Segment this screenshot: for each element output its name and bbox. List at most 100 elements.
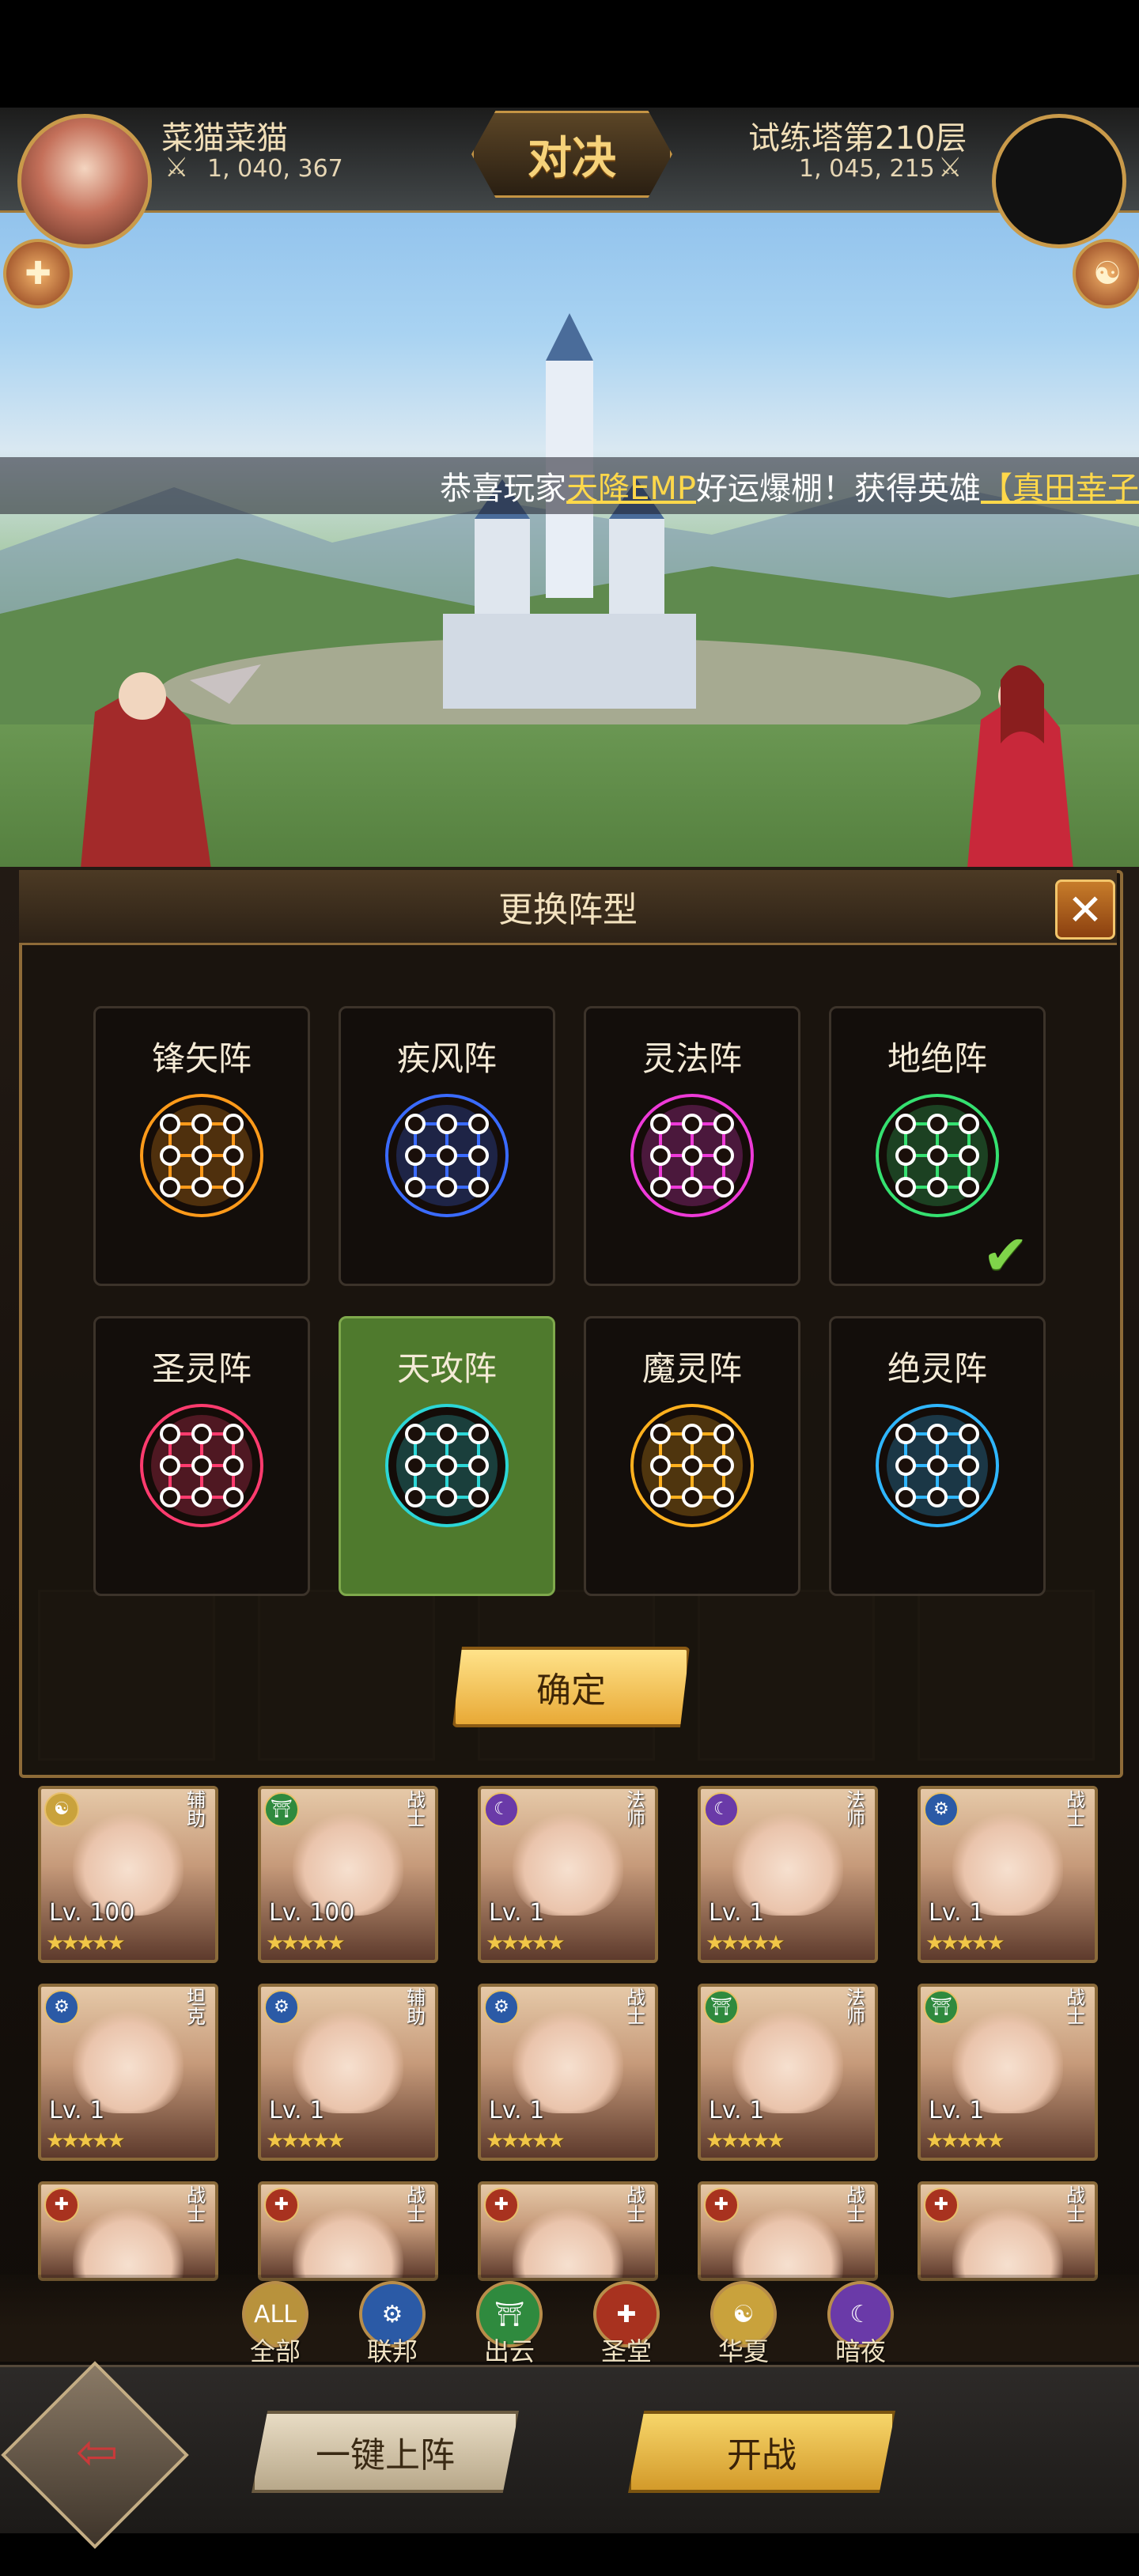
hero-card[interactable]: ☾ 法师 Lv. 1 ★★★★★ xyxy=(698,1786,878,1963)
star-rating-icon: ★★★★★ xyxy=(486,2129,566,2153)
formation-option[interactable]: 魔灵阵 xyxy=(584,1316,800,1596)
faction-badge-icon: ☾ xyxy=(704,1792,739,1827)
faction-filter-label: 华夏 xyxy=(717,2336,769,2366)
close-button[interactable]: ✕ xyxy=(1055,879,1115,940)
modal-title: 更换阵型 xyxy=(19,870,1117,945)
player-avatar[interactable] xyxy=(17,114,152,248)
hero-role: 战士 xyxy=(626,1987,645,2028)
exit-icon: ⇦ xyxy=(76,2423,119,2483)
formation-name: 天攻阵 xyxy=(396,1349,497,1388)
star-rating-icon: ★★★★★ xyxy=(925,2129,1005,2153)
opponent-avatar[interactable] xyxy=(992,114,1126,248)
formation-option[interactable]: 锋矢阵 xyxy=(93,1006,310,1286)
hero-portrait xyxy=(73,2208,184,2278)
hero-role: 战士 xyxy=(626,2184,645,2226)
star-rating-icon: ★★★★★ xyxy=(486,1931,566,1955)
hero-level: Lv. 1 xyxy=(49,2097,105,2124)
versus-badge: 对决 xyxy=(471,111,672,198)
formation-name: 魔灵阵 xyxy=(641,1349,742,1388)
faction-badge-icon: ✚ xyxy=(924,2188,959,2222)
hero-role: 法师 xyxy=(626,1789,645,1830)
formation-icon xyxy=(385,1404,509,1527)
marquee-hero-link[interactable]: 【真田幸子 xyxy=(981,463,1139,509)
formation-icon xyxy=(140,1404,263,1527)
formation-icon xyxy=(630,1094,754,1217)
faction-filter-bar xyxy=(0,2275,1139,2362)
faction-filter[interactable]: ✚ 圣堂 xyxy=(588,2281,664,2368)
hero-card[interactable]: ⚙ 坦克 Lv. 1 ★★★★★ xyxy=(38,1984,218,2161)
faction-filter[interactable]: ⛩ 出云 xyxy=(471,2281,547,2368)
hero-role: 法师 xyxy=(846,1789,865,1830)
hero-level: Lv. 1 xyxy=(489,2097,545,2124)
opponent-power: 1, 045, 215 xyxy=(799,155,935,183)
hero-level: Lv. 1 xyxy=(929,1899,985,1927)
hero-portrait xyxy=(293,2208,403,2278)
hero-level: Lv. 100 xyxy=(269,1899,355,1927)
hero-card[interactable]: ⚙ 战士 Lv. 1 ★★★★★ xyxy=(918,1786,1098,1963)
hero-card[interactable]: ✚ 战士 xyxy=(258,2181,438,2281)
hero-role: 辅助 xyxy=(187,1789,206,1830)
faction-filter-label: 联邦 xyxy=(366,2336,418,2366)
start-battle-button[interactable]: 开战 xyxy=(628,2411,895,2493)
hero-portrait xyxy=(952,2208,1063,2278)
hero-level: Lv. 1 xyxy=(489,1899,545,1927)
faction-filter[interactable]: ALL 全部 xyxy=(237,2281,313,2368)
versus-label: 对决 xyxy=(528,132,616,184)
formation-option[interactable]: 天攻阵 xyxy=(339,1316,555,1596)
formation-option[interactable]: 疾风阵 xyxy=(339,1006,555,1286)
hero-role: 战士 xyxy=(846,2184,865,2226)
hero-level: Lv. 1 xyxy=(709,1899,765,1927)
faction-badge-icon: ⛩ xyxy=(264,1792,299,1827)
formation-icon xyxy=(630,1404,754,1527)
marquee-prefix: 恭喜玩家 xyxy=(440,471,567,507)
hero-role: 战士 xyxy=(1066,2184,1085,2226)
faction-badge-icon: ☯ xyxy=(44,1792,79,1827)
hero-card[interactable]: ☯ 辅助 Lv. 100 ★★★★★ xyxy=(38,1786,218,1963)
formation-option[interactable]: 绝灵阵 xyxy=(829,1316,1046,1596)
formation-option[interactable]: 圣灵阵 xyxy=(93,1316,310,1596)
hero-card[interactable]: ⚙ 战士 Lv. 1 ★★★★★ xyxy=(478,1984,658,2161)
formation-name: 地绝阵 xyxy=(887,1039,987,1078)
star-rating-icon: ★★★★★ xyxy=(266,1931,346,1955)
formation-name: 绝灵阵 xyxy=(887,1349,987,1388)
hero-card[interactable]: ✚ 战士 xyxy=(698,2181,878,2281)
player-swords-icon: ⚔ xyxy=(165,152,189,183)
formation-option[interactable]: 灵法阵 xyxy=(584,1006,800,1286)
hero-card[interactable]: ⛩ 战士 Lv. 100 ★★★★★ xyxy=(258,1786,438,1963)
current-formation-check-icon: ✔ xyxy=(982,1223,1029,1288)
faction-badge-icon: ☾ xyxy=(484,1792,519,1827)
formation-icon xyxy=(876,1094,999,1217)
player-hero-sprite xyxy=(81,664,261,867)
faction-badge-icon: ⛩ xyxy=(704,1990,739,2025)
opponent-name: 试练塔第210层 xyxy=(748,120,967,157)
faction-filter[interactable]: ☯ 华夏 xyxy=(706,2281,781,2368)
marquee-player-link[interactable]: 天降EMP xyxy=(566,463,696,509)
auto-deploy-button[interactable]: 一键上阵 xyxy=(252,2411,519,2493)
hero-card[interactable]: ✚ 战士 xyxy=(38,2181,218,2281)
hero-card[interactable]: ⚙ 辅助 Lv. 1 ★★★★★ xyxy=(258,1984,438,2161)
hero-card[interactable]: ✚ 战士 xyxy=(478,2181,658,2281)
star-rating-icon: ★★★★★ xyxy=(46,2129,126,2153)
hero-card[interactable]: ⛩ 战士 Lv. 1 ★★★★★ xyxy=(918,1984,1098,2161)
hero-card[interactable]: ☾ 法师 Lv. 1 ★★★★★ xyxy=(478,1786,658,1963)
hero-role: 战士 xyxy=(1066,1987,1085,2028)
faction-badge-icon: ✚ xyxy=(704,2188,739,2222)
faction-filter-label: 圣堂 xyxy=(600,2336,652,2366)
hero-card[interactable]: ⛩ 法师 Lv. 1 ★★★★★ xyxy=(698,1984,878,2161)
close-icon: ✕ xyxy=(1067,884,1103,935)
faction-badge-icon: ⚙ xyxy=(484,1990,519,2025)
faction-filter[interactable]: ⚙ 联邦 xyxy=(354,2281,430,2368)
announcement-marquee: 恭喜玩家 天降EMP 好运爆棚！获得英雄 【真田幸子 xyxy=(0,457,1139,514)
formation-icon xyxy=(140,1094,263,1217)
hero-level: Lv. 100 xyxy=(49,1899,135,1927)
hero-role: 战士 xyxy=(407,1789,426,1830)
faction-badge-icon: ⚙ xyxy=(924,1792,959,1827)
hero-card[interactable]: ✚ 战士 xyxy=(918,2181,1098,2281)
marquee-middle: 好运爆棚！获得英雄 xyxy=(696,471,981,507)
confirm-button[interactable]: 确定 xyxy=(452,1647,690,1727)
star-rating-icon: ★★★★★ xyxy=(266,2129,346,2153)
faction-filter-label: 暗夜 xyxy=(834,2336,886,2366)
faction-filter[interactable]: ☾ 暗夜 xyxy=(823,2281,899,2368)
hero-portrait xyxy=(732,2208,843,2278)
hero-role: 法师 xyxy=(846,1987,865,2028)
